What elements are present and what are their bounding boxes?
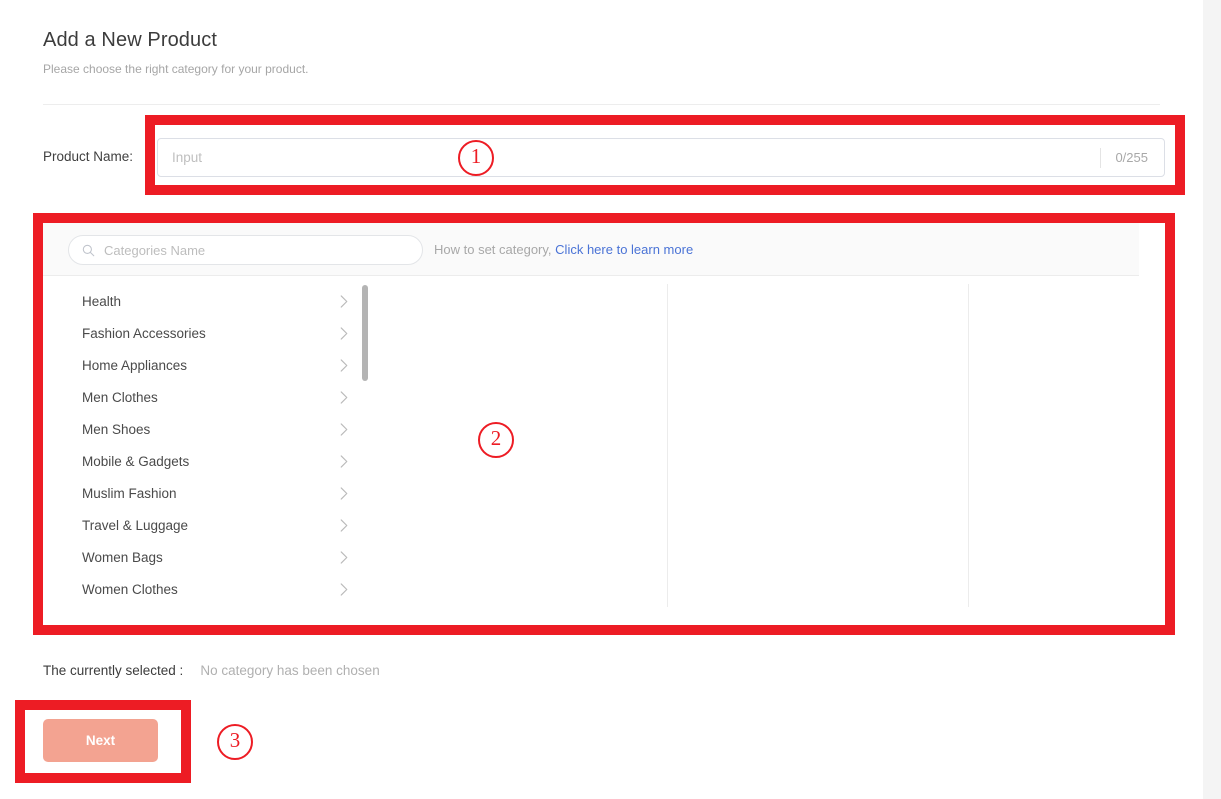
category-column-divider-2	[968, 284, 969, 607]
category-list-item-label: Women Clothes	[82, 581, 178, 597]
category-list-item-label: Fashion Accessories	[82, 325, 206, 341]
category-help-text: How to set category, Click here to learn…	[434, 242, 693, 257]
currently-selected-label: The currently selected :	[43, 663, 184, 678]
category-search-wrapper[interactable]	[68, 235, 423, 265]
category-help-label: How to set category,	[434, 242, 552, 257]
category-columns: Health Fashion Accessories Home Appliances…	[43, 276, 1139, 615]
category-list-level-1[interactable]: Health Fashion Accessories Home Appliances…	[43, 276, 365, 615]
page-content-area: Add a New Product Please choose the righ…	[0, 0, 1203, 799]
category-list-item[interactable]: Health	[43, 285, 365, 317]
category-list-item-label: Home Appliances	[82, 357, 188, 373]
chevron-right-icon	[340, 454, 348, 468]
category-list-item[interactable]: Muslim Fashion	[43, 477, 365, 509]
category-list-scroll-thumb[interactable]	[362, 285, 368, 381]
category-search-input[interactable]	[95, 236, 422, 264]
category-list-item[interactable]: Travel & Luggage	[43, 509, 365, 541]
category-list-item[interactable]: Home Appliances	[43, 349, 365, 381]
category-selector-panel: How to set category, Click here to learn…	[43, 223, 1139, 615]
product-name-input[interactable]	[158, 139, 1101, 176]
chevron-right-icon	[340, 326, 348, 340]
category-list-item-label: Travel & Luggage	[82, 517, 189, 533]
chevron-right-icon	[340, 390, 348, 404]
annotation-marker-3: 3	[217, 724, 253, 760]
category-list-item[interactable]: Women Bags	[43, 541, 365, 573]
category-list-item[interactable]: Fashion Accessories	[43, 317, 365, 349]
chevron-right-icon	[340, 486, 348, 500]
header-divider	[43, 104, 1160, 105]
category-list-item-label: Women Bags	[82, 549, 163, 565]
search-icon	[82, 244, 95, 256]
page-subtitle: Please choose the right category for you…	[43, 62, 309, 76]
category-panel-header: How to set category, Click here to learn…	[43, 223, 1139, 276]
chevron-right-icon	[340, 422, 348, 436]
chevron-right-icon	[340, 582, 348, 596]
category-list-item[interactable]: Men Shoes	[43, 413, 365, 445]
chevron-right-icon	[340, 550, 348, 564]
category-list-item-label: Men Shoes	[82, 421, 151, 437]
chevron-right-icon	[340, 294, 348, 308]
page-title: Add a New Product	[43, 29, 218, 51]
chevron-right-icon	[340, 518, 348, 532]
category-list-item-label: Mobile & Gadgets	[82, 453, 190, 469]
category-list-item-label: Muslim Fashion	[82, 485, 177, 501]
category-list-item-label: Health	[82, 293, 122, 309]
category-list-item-label: Men Clothes	[82, 389, 158, 405]
category-column-divider-1	[667, 284, 668, 607]
category-list-item[interactable]: Women Clothes	[43, 573, 365, 605]
category-list-item[interactable]: Men Clothes	[43, 381, 365, 413]
currently-selected-value: No category has been chosen	[200, 663, 380, 678]
product-name-field-wrapper[interactable]: 0/255	[157, 138, 1165, 177]
chevron-right-icon	[340, 358, 348, 372]
currently-selected-row: The currently selected : No category has…	[43, 663, 380, 678]
category-help-link[interactable]: Click here to learn more	[555, 242, 693, 257]
category-list-scrollbar[interactable]	[362, 276, 368, 615]
product-name-char-counter: 0/255	[1100, 147, 1164, 168]
product-name-label: Product Name:	[43, 149, 134, 164]
next-button[interactable]: Next	[43, 719, 158, 762]
category-list-item[interactable]: Mobile & Gadgets	[43, 445, 365, 477]
